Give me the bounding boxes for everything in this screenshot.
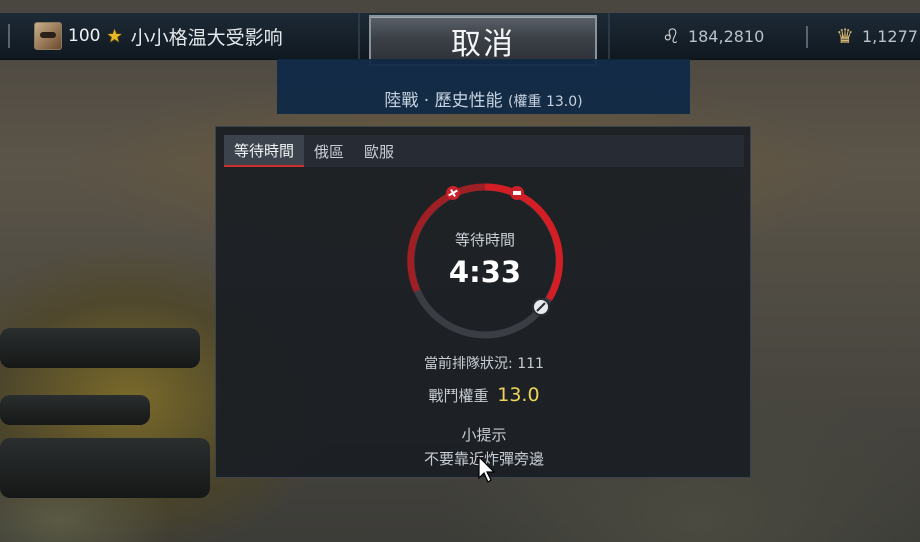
battle-rating-value: 13.0	[497, 384, 540, 406]
tank-gun-barrel	[0, 328, 200, 368]
tank-icon	[510, 186, 524, 200]
game-mode-banner: 陸戰 · 歷史性能 (權重 13.0)	[277, 59, 690, 114]
queue-status-value: 111	[517, 356, 544, 372]
wait-time-value: 4:33	[448, 255, 522, 289]
battle-rating: 戰鬥權重 13.0	[216, 384, 752, 406]
golden-eagle-icon: ♛	[836, 24, 854, 48]
mode-br: (權重 13.0)	[508, 94, 583, 110]
queue-status: 當前排隊狀況: 111	[216, 353, 752, 373]
tank-hull	[0, 395, 150, 425]
silver-lions-value: 184,2810	[687, 26, 765, 46]
silver-lions[interactable]: ♌ 184,2810	[608, 13, 778, 59]
wait-time-label: 等待時間	[454, 231, 515, 249]
player-level: 100	[68, 26, 101, 46]
queue-panel: 等待時間 俄區 歐服 等待時間 4:33 當前排隊狀況: 111 戰鬥權重 13…	[215, 126, 751, 478]
battle-rating-label: 戰鬥權重	[428, 387, 489, 405]
star-icon: ★	[106, 25, 123, 47]
golden-eagles-value: 1,1277	[861, 26, 918, 46]
queue-status-label: 當前排隊狀況:	[424, 356, 513, 372]
tab-wait-time[interactable]: 等待時間	[224, 135, 305, 167]
compass-icon	[532, 298, 550, 316]
tab-eu-server[interactable]: 歐服	[354, 135, 404, 167]
hint-title: 小提示	[461, 426, 507, 444]
tab-russia-server[interactable]: 俄區	[304, 135, 354, 167]
tank-gun-barrel	[0, 438, 210, 498]
player-name: 小小格温大受影响	[130, 26, 283, 49]
player-info[interactable]: 100 ★ 小小格温大受影响	[0, 13, 360, 59]
queue-timer-ring: 等待時間 4:33	[403, 179, 567, 343]
mouse-cursor-icon	[478, 456, 496, 483]
mode-title: 陸戰 · 歷史性能	[384, 91, 503, 111]
avatar[interactable]	[34, 22, 62, 50]
silver-lion-icon: ♌	[662, 24, 680, 48]
queue-tabs: 等待時間 俄區 歐服	[224, 135, 744, 167]
golden-eagles[interactable]: ♛ 1,1277	[794, 13, 920, 59]
